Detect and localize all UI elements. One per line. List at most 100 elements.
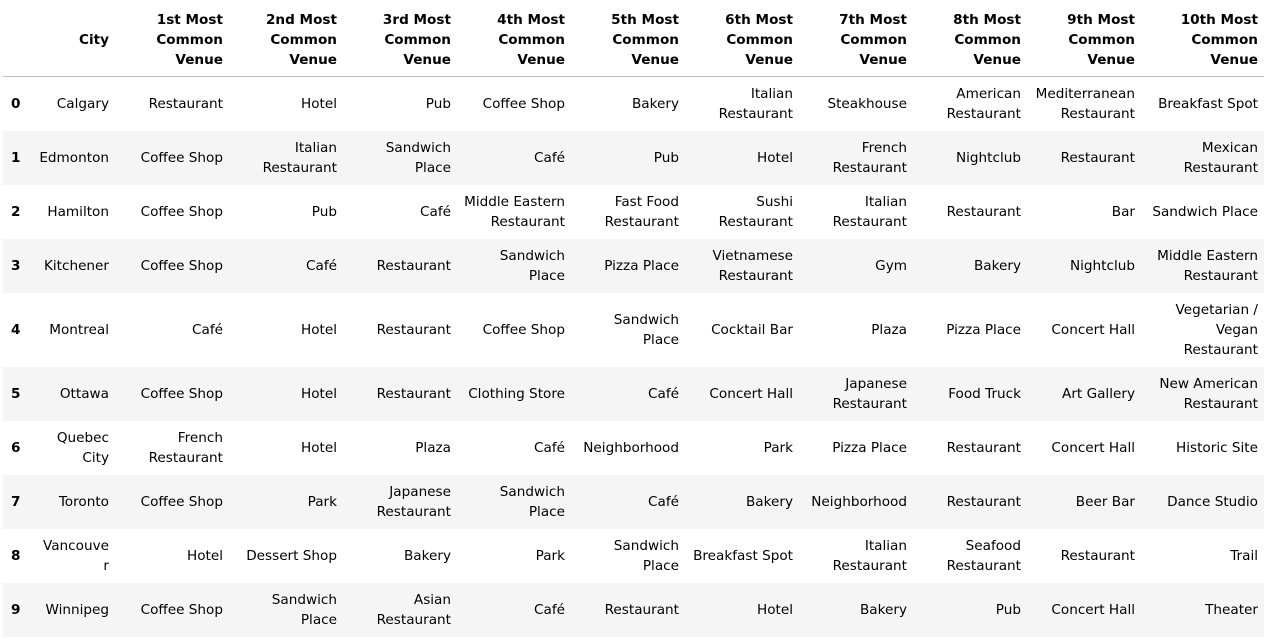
table-cell: Dessert Shop [246, 547, 337, 564]
table-row: 7 Toronto Coffee Shop Park Japanese Rest… [3, 474, 1264, 529]
table-cell: French Restaurant [148, 429, 223, 466]
row-index: 6 [11, 439, 21, 456]
row-index: 1 [11, 149, 21, 166]
table-cell: Art Gallery [1062, 385, 1135, 402]
table-cell: Café [306, 257, 337, 274]
table-cell: Restaurant [946, 439, 1021, 456]
table-cell: Pub [653, 149, 679, 166]
table-cell: Bakery [403, 547, 451, 564]
table-cell: Calgary [56, 95, 109, 112]
row-index: 8 [11, 547, 21, 564]
table-row: 0 Calgary Restaurant Hotel Pub Coffee Sh… [3, 77, 1264, 131]
table-cell: Trail [1230, 547, 1258, 564]
table-row: 5 Ottawa Coffee Shop Hotel Restaurant Cl… [3, 366, 1264, 421]
table-cell: Gym [875, 257, 907, 274]
table-cell: Restaurant [376, 257, 451, 274]
table-cell: Sandwich Place [1152, 203, 1258, 220]
table-cell: Middle Eastern Restaurant [1157, 247, 1258, 284]
table-cell: Italian Restaurant [718, 85, 793, 122]
table-cell: Coffee Shop [140, 149, 223, 166]
table-cell: Coffee Shop [140, 257, 223, 274]
table-cell: Restaurant [148, 95, 223, 112]
table-cell: Coffee Shop [482, 321, 565, 338]
table-cell: Italian Restaurant [832, 537, 907, 574]
table-cell: Pizza Place [604, 257, 679, 274]
table-cell: Italian Restaurant [262, 139, 337, 176]
table-cell: Japanese Restaurant [832, 375, 907, 412]
dataframe-output: City 1st Most Common Venue 2nd Most Comm… [0, 0, 1268, 637]
table-cell: Hotel [756, 601, 793, 618]
table-cell: Concert Hall [1051, 601, 1135, 618]
column-header: 6th Most Common Venue [685, 4, 799, 77]
table-cell: Plaza [871, 321, 907, 338]
column-header: 5th Most Common Venue [571, 4, 685, 77]
column-header: 7th Most Common Venue [799, 4, 913, 77]
table-cell: Pub [311, 203, 337, 220]
table-cell: Sandwich Place [271, 591, 337, 628]
venues-table: City 1st Most Common Venue 2nd Most Comm… [3, 4, 1264, 637]
table-cell: Sushi Restaurant [718, 193, 793, 230]
header-row: City 1st Most Common Venue 2nd Most Comm… [3, 4, 1264, 77]
table-cell: Hotel [756, 149, 793, 166]
table-cell: Café [534, 149, 565, 166]
column-header: 2nd Most Common Venue [229, 4, 343, 77]
table-cell: Quebec City [56, 429, 109, 466]
table-cell: Nightclub [955, 149, 1021, 166]
table-cell: Bakery [745, 493, 793, 510]
table-cell: Montreal [49, 321, 109, 338]
table-cell: Pub [425, 95, 451, 112]
table-cell: Hotel [300, 385, 337, 402]
table-cell: Breakfast Spot [1158, 95, 1258, 112]
table-cell: Restaurant [1060, 149, 1135, 166]
table-cell: Nightclub [1069, 257, 1135, 274]
table-cell: Coffee Shop [140, 203, 223, 220]
table-cell: Concert Hall [709, 385, 793, 402]
row-index: 7 [11, 493, 21, 510]
table-row: 1 Edmonton Coffee Shop Italian Restauran… [3, 130, 1264, 185]
table-cell: Sandwich Place [385, 139, 451, 176]
table-cell: Cocktail Bar [711, 321, 793, 338]
table-cell: Restaurant [946, 493, 1021, 510]
table-cell: Vancouver [42, 537, 109, 574]
table-cell: Coffee Shop [140, 385, 223, 402]
table-cell: Bakery [631, 95, 679, 112]
table-cell: Café [648, 385, 679, 402]
table-cell: Park [763, 439, 793, 456]
table-cell: Park [307, 493, 337, 510]
table-cell: Steakhouse [827, 95, 907, 112]
table-cell: Café [534, 601, 565, 618]
row-index: 0 [11, 95, 21, 112]
table-cell: New American Restaurant [1159, 375, 1258, 412]
table-cell: Fast Food Restaurant [604, 193, 679, 230]
table-cell: Sandwich Place [613, 537, 679, 574]
table-cell: Clothing Store [468, 385, 565, 402]
table-cell: Bakery [973, 257, 1021, 274]
column-header: City [33, 4, 115, 77]
table-cell: Winnipeg [45, 601, 109, 618]
table-cell: Hotel [300, 321, 337, 338]
table-cell: Sandwich Place [499, 247, 565, 284]
table-cell: French Restaurant [832, 139, 907, 176]
table-cell: Asian Restaurant [376, 591, 451, 628]
table-cell: Mediterranean Restaurant [1035, 85, 1135, 122]
column-header: 3rd Most Common Venue [343, 4, 457, 77]
table-row: 2 Hamilton Coffee Shop Pub Café Middle E… [3, 185, 1264, 239]
table-cell: Restaurant [376, 321, 451, 338]
table-cell: Café [648, 493, 679, 510]
table-cell: Historic Site [1176, 439, 1258, 456]
table-cell: Neighborhood [583, 439, 679, 456]
table-cell: Vietnamese Restaurant [712, 247, 793, 284]
table-cell: Food Truck [948, 385, 1021, 402]
table-cell: Sandwich Place [613, 311, 679, 348]
table-cell: Restaurant [1060, 547, 1135, 564]
table-cell: Theater [1205, 601, 1258, 618]
table-cell: Neighborhood [811, 493, 907, 510]
row-index: 3 [11, 257, 21, 274]
row-index: 9 [11, 601, 21, 618]
row-index: 5 [11, 385, 21, 402]
table-cell: Hamilton [47, 203, 109, 220]
table-cell: Toronto [58, 493, 109, 510]
column-header: 9th Most Common Venue [1027, 4, 1141, 77]
table-cell: Bakery [859, 601, 907, 618]
table-cell: Ottawa [59, 385, 109, 402]
